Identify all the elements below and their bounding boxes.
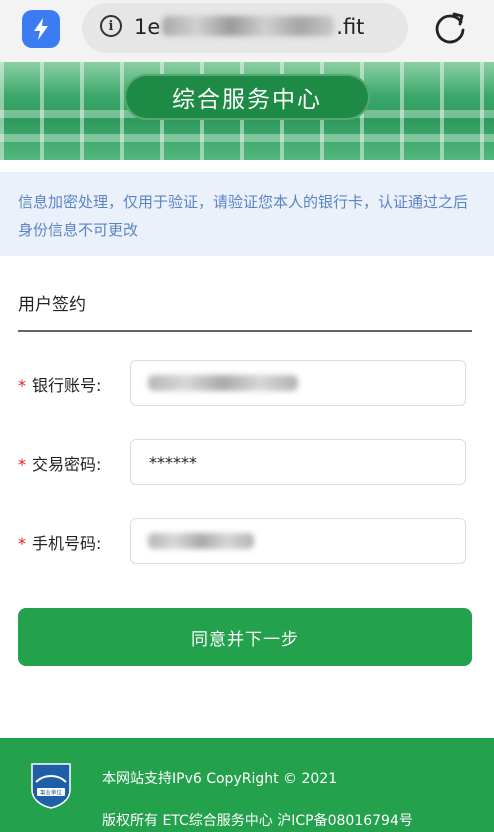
bank-account-label: * 银行账号: <box>18 372 101 396</box>
header-banner: 综合服务中心 <box>0 62 494 160</box>
phone-number-row: * 手机号码: <box>18 518 472 566</box>
page-title: 综合服务中心 <box>124 74 370 120</box>
bank-account-row: * 银行账号: <box>18 360 472 408</box>
url-redacted <box>162 16 335 36</box>
address-bar[interactable]: i 1e .fit <box>82 3 408 53</box>
required-mark: * <box>18 376 26 395</box>
agree-next-button[interactable]: 同意并下一步 <box>18 608 472 666</box>
banner-stripe <box>0 134 494 142</box>
url-prefix: 1e <box>134 15 161 39</box>
bank-account-label-text: 银行账号: <box>32 376 102 395</box>
badge-text: 事业单位 <box>40 789 63 797</box>
bank-account-redacted <box>148 375 298 391</box>
bolt-icon[interactable] <box>22 10 60 48</box>
institution-badge-icon: 事业单位 <box>31 763 71 809</box>
url-text[interactable]: 1e .fit <box>134 15 364 39</box>
phone-number-redacted <box>148 533 254 549</box>
footer: 事业单位 本网站支持IPv6 CopyRight © 2021 版权所有 ETC… <box>0 738 494 832</box>
browser-toolbar: i 1e .fit <box>0 0 494 62</box>
trade-password-row: * 交易密码: <box>18 439 472 487</box>
section-divider <box>18 330 472 332</box>
reload-icon[interactable] <box>432 10 468 46</box>
required-mark: * <box>18 534 26 553</box>
section-title: 用户签约 <box>18 295 86 315</box>
footer-ipv6-copyright: 本网站支持IPv6 CopyRight © 2021 <box>102 771 338 787</box>
url-suffix: .fit <box>336 15 365 39</box>
security-notice: 信息加密处理，仅用于验证，请验证您本人的银行卡，认证通过之后身份信息不可更改 <box>0 172 494 256</box>
trade-password-label: * 交易密码: <box>18 451 101 475</box>
info-icon[interactable]: i <box>100 15 122 37</box>
trade-password-label-text: 交易密码: <box>32 455 102 474</box>
phone-number-label: * 手机号码: <box>18 530 101 554</box>
footer-icp-record: 版权所有 ETC综合服务中心 沪ICP备08016794号 <box>102 813 413 829</box>
trade-password-input[interactable] <box>130 439 466 485</box>
required-mark: * <box>18 455 26 474</box>
phone-number-label-text: 手机号码: <box>32 534 102 553</box>
